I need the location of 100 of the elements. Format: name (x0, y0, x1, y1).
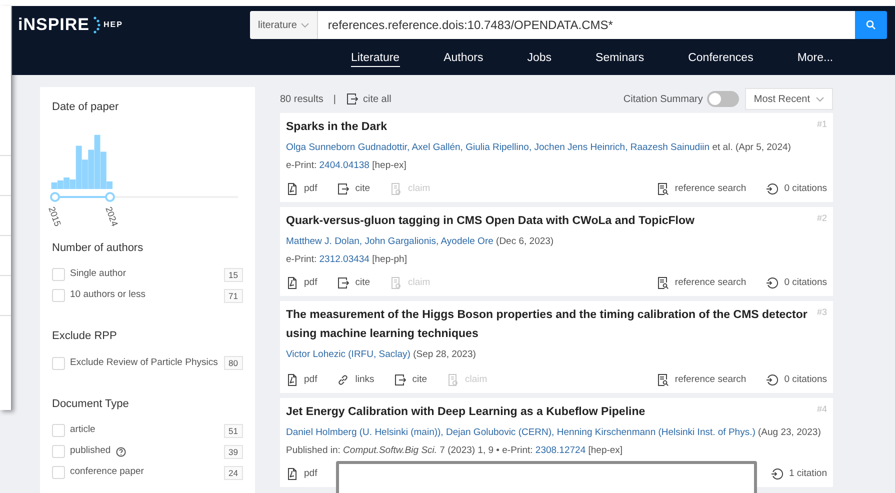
slider-handle[interactable] (50, 192, 60, 202)
citations-action[interactable]: 1 citation (770, 466, 827, 482)
publication-date: (Apr 5, 2024) (735, 142, 791, 153)
facet-option-label: article (70, 423, 96, 438)
document-icon (286, 183, 298, 195)
author-link[interactable]: Daniel Holmberg (U. Helsinki (main)), (286, 427, 444, 438)
facet-title: Number of authors (52, 240, 144, 256)
dots-icon (92, 16, 101, 34)
history-icon (766, 277, 778, 289)
document-icon (447, 374, 460, 386)
publication-info: 7 (2023) 1, 9 • e-Print: (440, 445, 533, 456)
facet-option-label: Exclude Review of Particle Physics (70, 356, 218, 370)
links-action[interactable]: links (337, 372, 374, 388)
cite-action[interactable]: cite (394, 372, 428, 388)
history-icon (770, 468, 783, 480)
journal-name: Comput.Softw.Big Sci. (343, 445, 438, 456)
publication-info: e-Print: (286, 160, 317, 171)
publication-date: (Aug 23, 2023) (758, 427, 821, 438)
eprint-link[interactable]: 2404.04138 (319, 160, 370, 171)
site-logo: iNSPIRE HEP (18, 14, 124, 36)
author-link[interactable]: John Gargalionis, (364, 236, 439, 247)
result-title[interactable]: Jet Energy Calibration with Deep Learning as a Kubeflow Pipeline (286, 403, 811, 422)
result-title[interactable]: The measurement of the Higgs Boson properties and the timing calibration of the CMS detector using machine learning techniques (286, 306, 811, 344)
nav-tab[interactable]: Seminars (574, 50, 666, 68)
result-rank: #2 (816, 212, 827, 225)
chevron-down-icon (300, 22, 309, 28)
author-link[interactable]: Ayodele Ore (440, 236, 494, 247)
facet-count: 15 (224, 268, 243, 282)
facet-count: 51 (224, 424, 243, 438)
reference-action[interactable]: reference search (656, 182, 746, 196)
nav-tab[interactable]: More... (775, 50, 856, 68)
document-icon (390, 277, 402, 289)
date-range-slider[interactable] (50, 192, 238, 202)
result-rank: #1 (816, 118, 827, 131)
facet-option-label: conference paper (70, 465, 144, 480)
eprint-link[interactable]: 2312.03434 (319, 254, 370, 265)
facet-count: 80 (224, 356, 243, 370)
checkbox[interactable] (52, 268, 65, 281)
result-rank: #4 (816, 403, 827, 416)
cite-action[interactable]: cite (337, 182, 370, 196)
document-icon (286, 277, 298, 289)
nav-tab[interactable]: Conferences (666, 50, 776, 68)
toggle-switch[interactable] (706, 91, 739, 107)
publication-info: [hep-ex] (372, 160, 406, 171)
publication-info: e-Print: (286, 254, 317, 265)
checkbox[interactable] (52, 445, 65, 458)
eprint-link[interactable]: 2308.12724 (535, 445, 586, 456)
citations-action[interactable]: 0 citations (766, 182, 827, 196)
author-link[interactable]: Axel Gallén, (412, 142, 463, 153)
reference-action[interactable]: reference search (656, 372, 746, 388)
document-search-icon (656, 374, 669, 386)
collection-select[interactable]: literature (250, 11, 318, 39)
slider-handle[interactable] (104, 192, 115, 202)
export-icon (337, 277, 350, 289)
author-link[interactable]: Henning Kirschenmann (Helsinki Inst. of Phys.) (556, 427, 756, 438)
author-link[interactable]: Dejan Golubovic (CERN), (446, 427, 554, 438)
document-search-icon (656, 277, 669, 289)
checkbox[interactable] (52, 424, 65, 437)
publication-info: [hep-ex] (588, 445, 623, 456)
sort-select[interactable]: Most Recent (744, 88, 833, 110)
nav-tab[interactable]: Literature (351, 50, 422, 68)
link-icon (337, 374, 350, 386)
nav-tab[interactable]: Jobs (505, 50, 574, 68)
citation-summary-label: Citation Summary (623, 92, 703, 106)
author-link[interactable]: Jochen Jens Heinrich, (534, 142, 628, 153)
author-link[interactable]: Matthew J. Dolan, (286, 236, 362, 247)
result-title[interactable]: Quark-versus-gluon tagging in CMS Open Data with CWoLa and TopicFlow (286, 212, 811, 231)
result-rank: #3 (816, 306, 827, 319)
reference-action[interactable]: reference search (656, 276, 746, 290)
pdf-action[interactable]: pdf (286, 466, 318, 482)
results-count: 80 results (280, 92, 324, 106)
axis-label: 2015 (46, 204, 64, 228)
citations-action[interactable]: 0 citations (766, 276, 827, 290)
facet-option-label: Single author (70, 267, 126, 282)
citations-action[interactable]: 0 citations (766, 372, 827, 388)
search-field[interactable]: references.reference.dois:10.7483/OPENDATA.CMS* (318, 11, 855, 39)
author-link[interactable]: Raazesh Sainudiin (630, 142, 710, 153)
document-icon (286, 468, 298, 480)
export-icon (346, 93, 358, 105)
author-link[interactable]: Giulia Ripellino, (466, 142, 532, 153)
separator: | (333, 92, 336, 106)
axis-label: 2024 (102, 204, 121, 228)
pdf-action[interactable]: pdf (286, 182, 318, 196)
history-icon (766, 183, 778, 195)
checkbox[interactable] (52, 466, 65, 479)
checkbox[interactable] (52, 356, 65, 370)
checkbox[interactable] (52, 289, 65, 302)
export-icon (394, 374, 406, 386)
export-icon (337, 183, 350, 195)
document-icon (286, 374, 298, 386)
pdf-action[interactable]: pdf (286, 276, 318, 290)
cite-action[interactable]: cite (337, 276, 370, 290)
pdf-action[interactable]: pdf (286, 372, 318, 388)
cite-all-link[interactable]: cite all (346, 92, 392, 106)
author-link[interactable]: Olga Sunneborn Gudnadottir, (286, 142, 410, 153)
result-title[interactable]: Sparks in the Dark (286, 118, 811, 137)
nav-tab[interactable]: Authors (422, 50, 506, 68)
author-link[interactable]: Victor Lohezic (IRFU, Saclay) (286, 349, 410, 360)
et-al-text: et al. (712, 142, 733, 153)
search-button[interactable] (855, 11, 887, 39)
